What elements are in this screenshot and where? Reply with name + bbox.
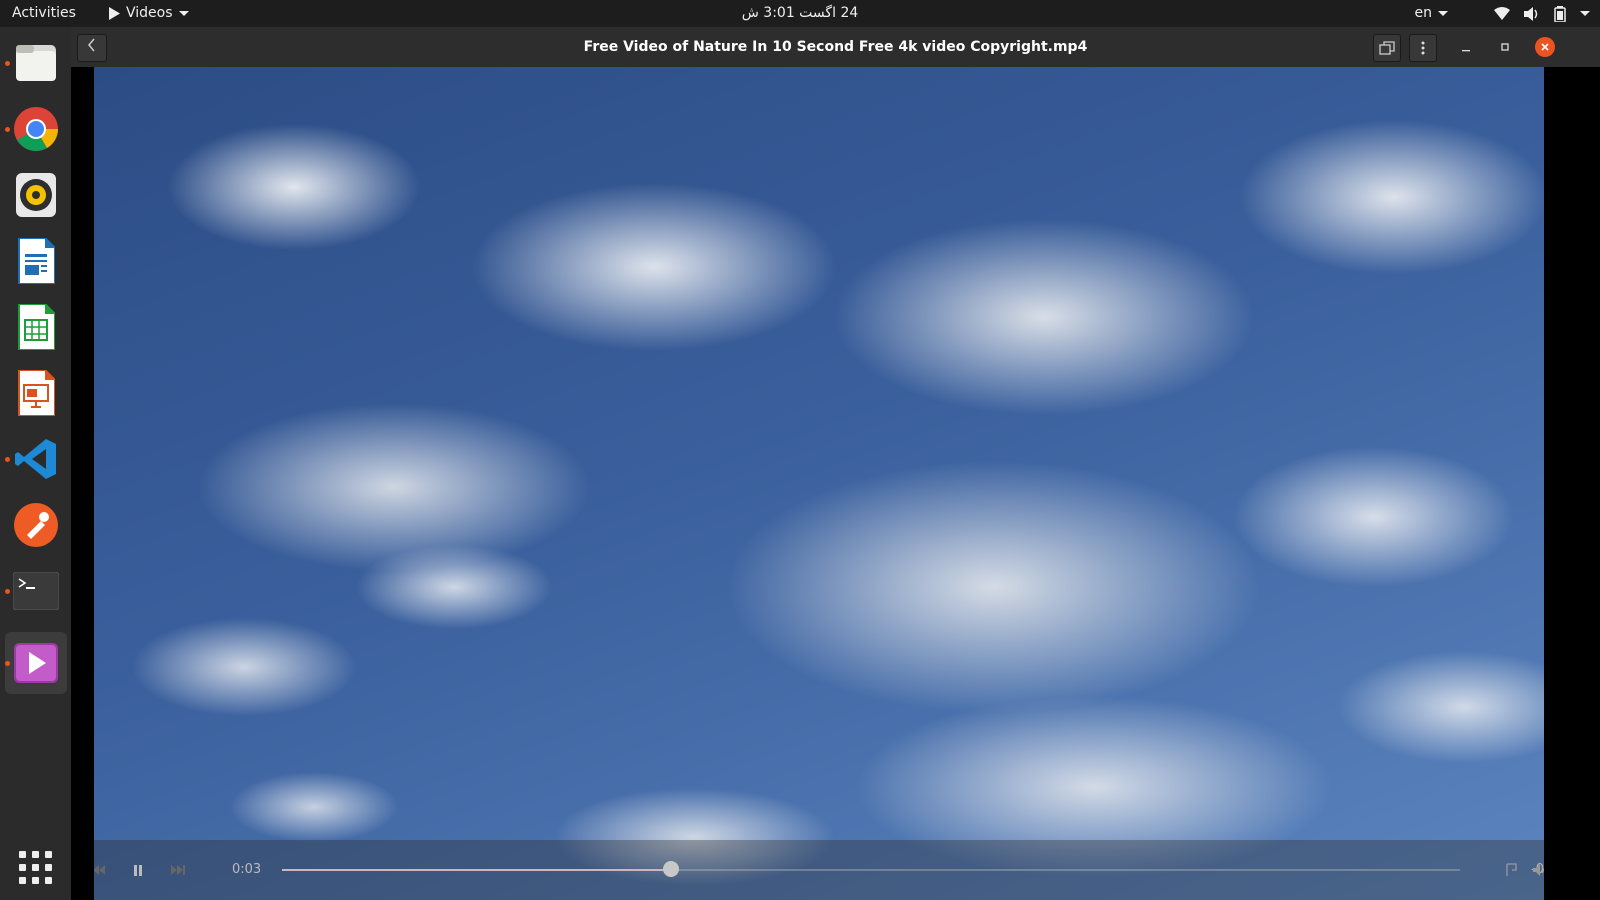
grid-dot	[19, 864, 26, 871]
writer-icon	[18, 238, 55, 284]
close-icon	[1541, 43, 1549, 51]
calc-icon	[18, 304, 55, 350]
grid-dot	[32, 851, 39, 858]
pause-button[interactable]	[124, 860, 152, 880]
language-label: en	[1414, 5, 1433, 21]
next-button[interactable]	[166, 860, 190, 880]
grid-dot	[32, 864, 39, 871]
volume-icon	[1533, 864, 1544, 876]
grid-dot	[19, 851, 26, 858]
files-icon	[16, 45, 56, 81]
maximize-button[interactable]	[1495, 37, 1515, 57]
dock-vscode[interactable]	[5, 428, 67, 490]
window-title: Free Video of Nature In 10 Second Free 4…	[583, 39, 1088, 55]
dock-postman[interactable]	[5, 494, 67, 556]
grid-dot	[45, 864, 52, 871]
running-indicator	[5, 61, 10, 66]
dock-calc[interactable]	[5, 296, 67, 358]
header-bar: Free Video of Nature In 10 Second Free 4…	[71, 27, 1600, 67]
skip-back-icon	[94, 865, 105, 875]
elapsed-time: 0:03	[232, 862, 262, 877]
running-indicator	[5, 661, 10, 666]
seek-bar[interactable]	[282, 861, 1460, 877]
rhythmbox-icon	[16, 173, 56, 217]
dock-writer[interactable]	[5, 230, 67, 292]
seek-handle[interactable]	[662, 861, 679, 877]
menu-button[interactable]	[1409, 34, 1437, 62]
dock	[0, 27, 71, 900]
app-menu-label: Videos	[126, 5, 173, 21]
grid-dot	[32, 877, 39, 884]
dock-rhythmbox[interactable]	[5, 164, 67, 226]
app-menu[interactable]: Videos	[108, 0, 189, 27]
aspect-button[interactable]	[1502, 860, 1522, 880]
dock-chrome[interactable]	[5, 98, 67, 160]
video-frame[interactable]: 0:03 -0:06	[94, 67, 1544, 900]
dock-impress[interactable]	[5, 362, 67, 424]
vscode-icon	[15, 439, 56, 479]
chevron-down-icon	[178, 11, 189, 16]
dock-videos[interactable]	[5, 632, 67, 694]
videos-window: Free Video of Nature In 10 Second Free 4…	[71, 27, 1600, 900]
clock: 24 اگست 3:01 ش	[0, 0, 1600, 27]
language-indicator[interactable]: en	[1414, 0, 1448, 27]
grid-dot	[45, 877, 52, 884]
dock-files[interactable]	[5, 32, 67, 94]
running-indicator	[5, 457, 10, 462]
postman-icon	[14, 503, 58, 547]
previous-button[interactable]	[94, 860, 110, 880]
maximize-icon	[1501, 43, 1509, 51]
close-button[interactable]	[1535, 37, 1555, 57]
running-indicator	[5, 127, 10, 132]
running-indicator	[5, 589, 10, 594]
play-icon	[109, 7, 120, 20]
system-tray[interactable]	[1494, 0, 1590, 27]
activities-button[interactable]: Activities	[12, 0, 76, 27]
chevron-left-icon	[88, 38, 95, 52]
videos-icon	[14, 643, 58, 683]
chevron-down-icon	[1438, 11, 1448, 16]
chevron-down-icon	[1580, 11, 1590, 16]
volume-icon	[1524, 6, 1538, 21]
pause-icon	[134, 864, 142, 876]
battery-icon	[1554, 5, 1566, 22]
back-button[interactable]	[77, 34, 107, 62]
clock-label[interactable]: 24 اگست 3:01 ش	[742, 5, 859, 21]
show-applications-button[interactable]	[19, 851, 53, 885]
restore-window-icon	[1379, 41, 1395, 55]
minimize-button[interactable]	[1456, 37, 1476, 57]
seek-progress	[282, 869, 671, 871]
impress-icon	[18, 370, 55, 416]
wifi-icon	[1494, 7, 1510, 20]
fullscreen-toggle-icon	[1506, 863, 1517, 876]
kebab-menu-icon	[1421, 41, 1425, 55]
chrome-icon	[14, 107, 58, 151]
grid-dot	[45, 851, 52, 858]
terminal-icon	[13, 572, 59, 610]
grid-dot	[19, 877, 26, 884]
skip-forward-icon	[171, 865, 185, 875]
top-bar: Activities Videos 24 اگست 3:01 ش en	[0, 0, 1600, 27]
playback-controls: 0:03 -0:06	[94, 840, 1544, 900]
volume-button[interactable]	[1530, 860, 1544, 880]
minimize-icon	[1462, 50, 1470, 52]
dock-terminal[interactable]	[5, 560, 67, 622]
unfullscreen-button[interactable]	[1373, 34, 1401, 62]
